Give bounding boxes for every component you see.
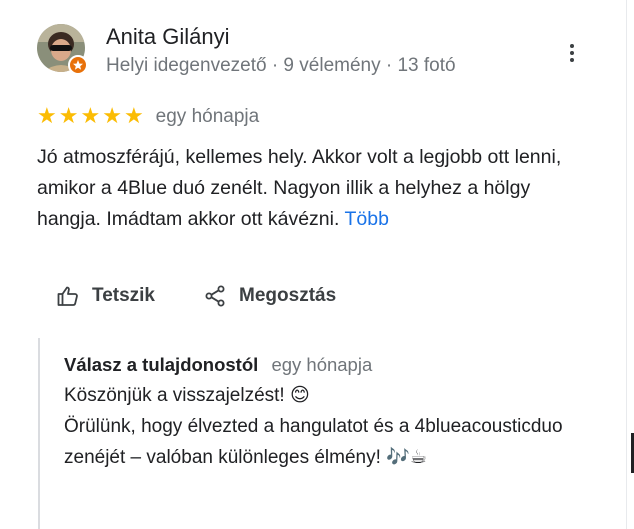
star-icon: ★ (123, 104, 144, 129)
more-vert-icon[interactable] (560, 40, 584, 66)
owner-reply-header: Válasz a tulajdonostól egy hónapja (64, 352, 598, 378)
review-card: Anita Gilányi Helyi idegenvezető · 9 vél… (0, 0, 620, 529)
star-rating: ★ ★ ★ ★ ★ (37, 105, 144, 129)
share-button[interactable]: Megosztás (203, 284, 336, 308)
owner-reply-text: Köszönjük a visszajelzést! 😊 Örülünk, ho… (64, 385, 563, 468)
review-text: Jó atmoszférájú, kellemes hely. Akkor vo… (37, 142, 597, 235)
share-label: Megosztás (239, 285, 337, 306)
star-icon: ★ (58, 104, 79, 129)
star-icon: ★ (80, 104, 101, 129)
share-icon (203, 284, 227, 308)
author-name[interactable]: Anita Gilányi (106, 24, 230, 50)
star-icon: ★ (102, 104, 122, 129)
owner-reply-title: Válasz a tulajdonostól (64, 354, 259, 375)
rating-row: ★ ★ ★ ★ ★ egy hónapja (37, 104, 259, 130)
thumb-up-icon (56, 284, 80, 308)
author-meta[interactable]: Helyi idegenvezető · 9 vélemény · 13 fot… (106, 54, 456, 78)
like-button[interactable]: Tetszik (56, 284, 155, 308)
review-actions: Tetszik Megosztás (56, 282, 336, 310)
like-label: Tetszik (92, 285, 156, 306)
review-body: Jó atmoszférájú, kellemes hely. Akkor vo… (37, 146, 562, 230)
owner-reply: Válasz a tulajdonostól egy hónapja Köszö… (38, 338, 598, 529)
review-date: egy hónapja (155, 106, 260, 127)
local-guide-badge-icon (68, 55, 88, 75)
star-icon: ★ (37, 104, 57, 129)
more-link[interactable]: Több (344, 208, 388, 230)
owner-reply-date: egy hónapja (271, 354, 373, 375)
